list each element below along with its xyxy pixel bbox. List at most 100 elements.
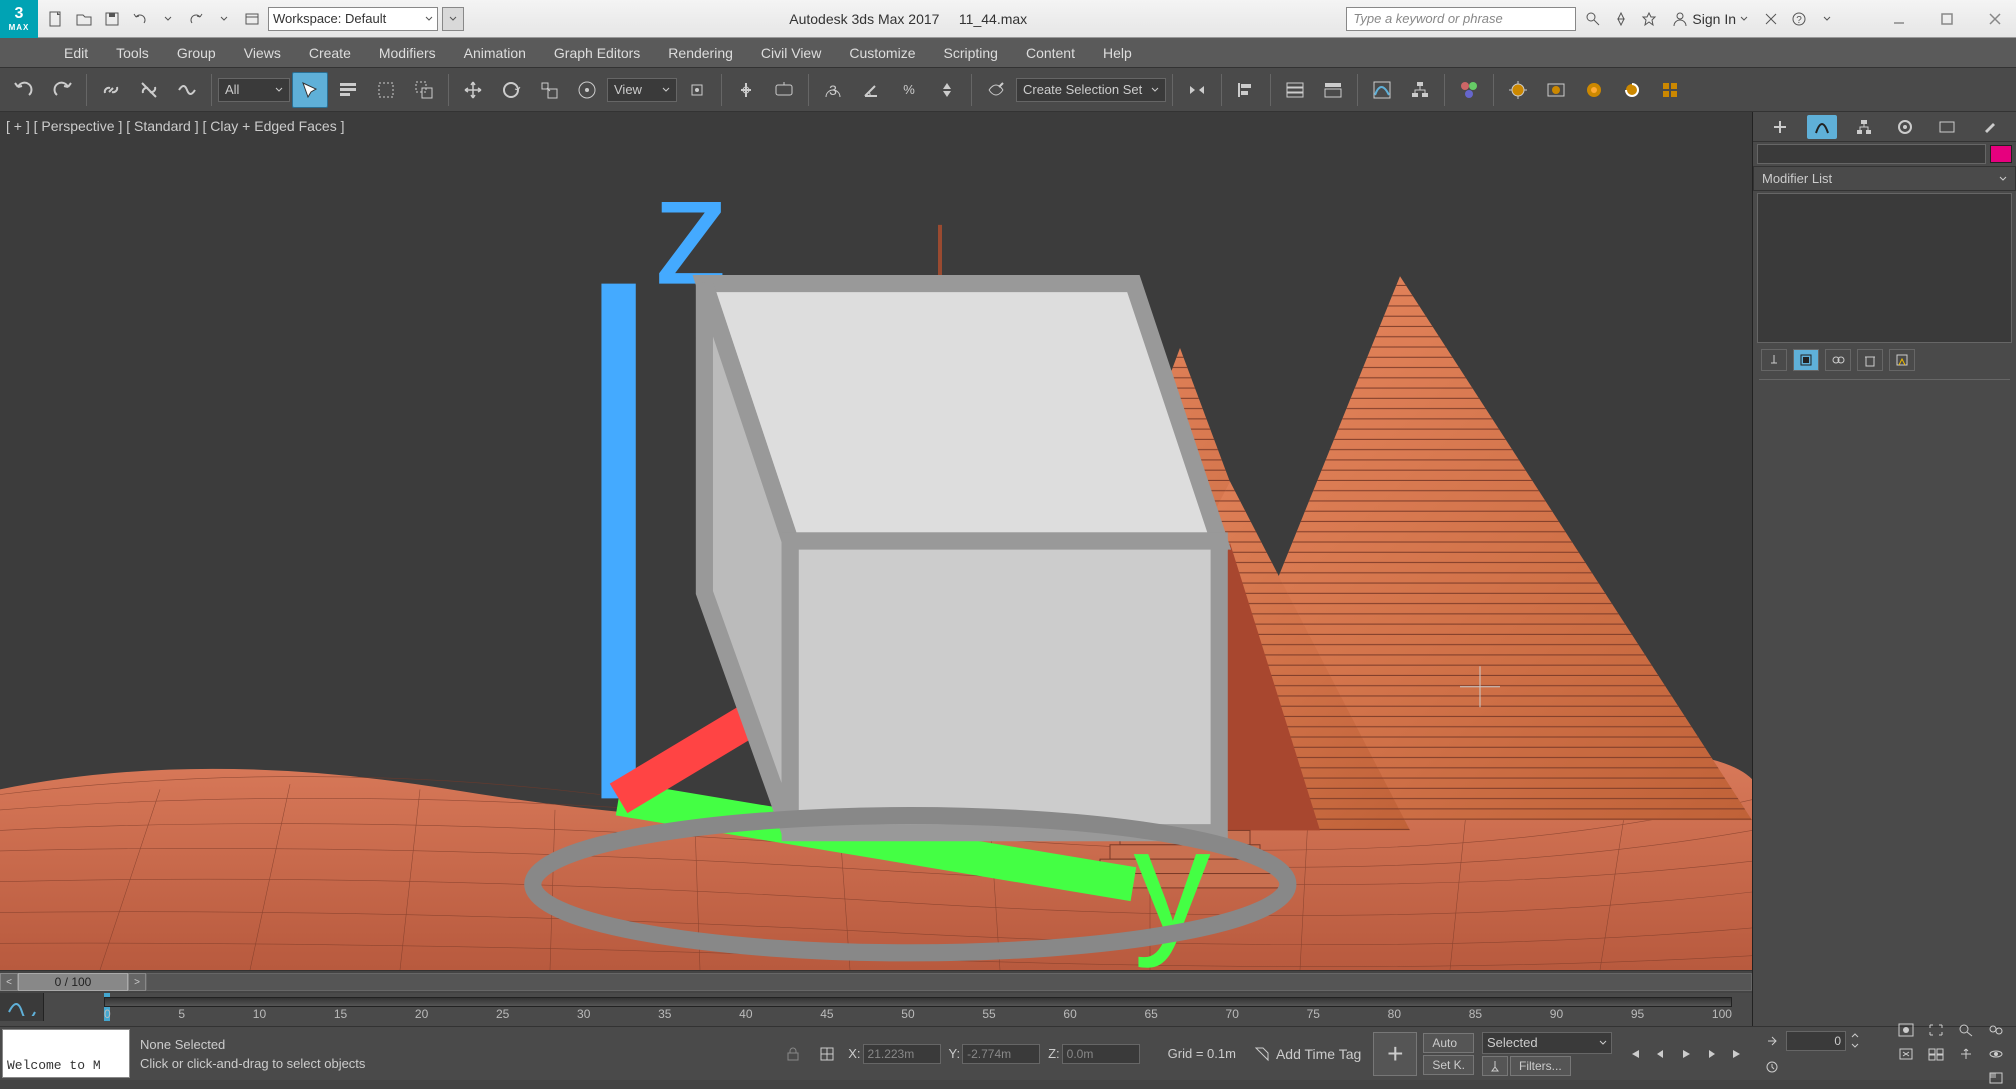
toggle-ribbon-icon[interactable]	[1315, 72, 1351, 108]
play-icon[interactable]	[1674, 1042, 1698, 1066]
show-end-result-icon[interactable]	[1793, 349, 1819, 371]
menu-create[interactable]: Create	[295, 38, 365, 67]
edit-named-sel-icon[interactable]	[978, 72, 1014, 108]
next-frame-icon[interactable]	[1700, 1042, 1724, 1066]
menu-graph-editors[interactable]: Graph Editors	[540, 38, 654, 67]
key-filters-icon[interactable]	[1482, 1056, 1508, 1076]
placement-icon[interactable]	[569, 72, 605, 108]
redo-icon[interactable]	[44, 72, 80, 108]
mirror-icon[interactable]	[1179, 72, 1215, 108]
redo-icon[interactable]	[184, 7, 208, 31]
minimize-button[interactable]	[1884, 9, 1914, 29]
signin-button[interactable]: Sign In	[1666, 11, 1754, 27]
select-object-icon[interactable]	[292, 72, 328, 108]
chevron-down-icon[interactable]	[1816, 8, 1838, 30]
new-icon[interactable]	[44, 7, 68, 31]
modifier-stack[interactable]	[1757, 193, 2012, 343]
set-key-button[interactable]: +	[1373, 1032, 1417, 1076]
menu-help[interactable]: Help	[1089, 38, 1146, 67]
material-editor-icon[interactable]	[1451, 72, 1487, 108]
menu-animation[interactable]: Animation	[450, 38, 540, 67]
key-filters-selected-dropdown[interactable]: Selected	[1482, 1032, 1612, 1054]
menu-views[interactable]: Views	[230, 38, 295, 67]
snap-toggle-icon[interactable]: 3	[815, 72, 851, 108]
render-setup-icon[interactable]	[1500, 72, 1536, 108]
undo-icon[interactable]	[6, 72, 42, 108]
menu-tools[interactable]: Tools	[102, 38, 163, 67]
timeslider-track[interactable]	[146, 973, 1752, 991]
goto-end-icon[interactable]	[1726, 1042, 1750, 1066]
create-tab-icon[interactable]	[1765, 115, 1795, 139]
time-slider[interactable]: 0 / 100	[18, 973, 128, 991]
subscription-icon[interactable]	[1610, 8, 1632, 30]
isolate-selection-icon[interactable]	[1892, 1019, 1920, 1041]
render-in-cloud-icon[interactable]	[1652, 72, 1688, 108]
help-icon[interactable]: ?	[1788, 8, 1810, 30]
app-store-icon[interactable]	[1638, 8, 1660, 30]
exchange-icon[interactable]	[1760, 8, 1782, 30]
schematic-view-icon[interactable]	[1402, 72, 1438, 108]
frame-spinner-down-icon[interactable]	[1848, 1041, 1862, 1052]
goto-start-icon[interactable]	[1622, 1042, 1646, 1066]
absolute-transform-icon[interactable]	[814, 1041, 840, 1067]
mini-curve-editor-icon[interactable]	[0, 993, 44, 1021]
scale-icon[interactable]	[531, 72, 567, 108]
make-unique-icon[interactable]	[1825, 349, 1851, 371]
pin-stack-icon[interactable]	[1761, 349, 1787, 371]
y-coord-field[interactable]	[962, 1044, 1040, 1064]
window-crossing-icon[interactable]	[406, 72, 442, 108]
render-iterative-icon[interactable]	[1614, 72, 1650, 108]
menu-edit[interactable]: Edit	[50, 38, 102, 67]
menu-civil-view[interactable]: Civil View	[747, 38, 835, 67]
keyboard-shortcut-icon[interactable]	[766, 72, 802, 108]
chevron-down-icon[interactable]	[156, 7, 180, 31]
timeslider-prev-icon[interactable]: <	[0, 973, 18, 991]
select-by-name-icon[interactable]	[330, 72, 366, 108]
refcoord-dropdown[interactable]: View	[607, 78, 677, 102]
autokey-button[interactable]: Auto	[1423, 1033, 1474, 1053]
pan-icon[interactable]	[1952, 1043, 1980, 1065]
remove-modifier-icon[interactable]	[1857, 349, 1883, 371]
track-bar[interactable]: 0510152025303540455055606570758085909510…	[44, 993, 1752, 1021]
curve-editor-icon[interactable]	[1364, 72, 1400, 108]
render-production-icon[interactable]	[1576, 72, 1612, 108]
search-icon[interactable]	[1582, 8, 1604, 30]
open-icon[interactable]	[72, 7, 96, 31]
zoom-extents-icon[interactable]	[1892, 1043, 1920, 1065]
selection-bracket-icon[interactable]	[1922, 1019, 1950, 1041]
rectangle-select-icon[interactable]	[368, 72, 404, 108]
selection-filter-dropdown[interactable]: All	[218, 78, 290, 102]
named-selection-dropdown[interactable]: Create Selection Set	[1016, 78, 1166, 102]
z-coord-field[interactable]	[1062, 1044, 1140, 1064]
menu-content[interactable]: Content	[1012, 38, 1089, 67]
bind-spacewarp-icon[interactable]	[169, 72, 205, 108]
frame-spinner-up-icon[interactable]	[1848, 1030, 1862, 1041]
menu-scripting[interactable]: Scripting	[929, 38, 1011, 67]
zoom-icon[interactable]	[1952, 1019, 1980, 1041]
workspace-dropdown[interactable]: Workspace: Default	[268, 7, 438, 31]
unlink-icon[interactable]	[131, 72, 167, 108]
selection-lock-icon[interactable]	[780, 1041, 806, 1067]
add-time-tag-button[interactable]: Add Time Tag	[1244, 1027, 1371, 1080]
manipulate-icon[interactable]	[728, 72, 764, 108]
prev-frame-icon[interactable]	[1648, 1042, 1672, 1066]
rotate-icon[interactable]	[493, 72, 529, 108]
project-icon[interactable]	[240, 7, 264, 31]
angle-snap-icon[interactable]	[853, 72, 889, 108]
spinner-snap-icon[interactable]	[929, 72, 965, 108]
orbit-icon[interactable]	[1982, 1043, 2010, 1065]
chevron-down-icon[interactable]	[212, 7, 236, 31]
time-config-icon[interactable]	[1760, 1055, 1784, 1079]
menu-customize[interactable]: Customize	[835, 38, 929, 67]
pivot-center-icon[interactable]	[679, 72, 715, 108]
perspective-viewport[interactable]: [ + ] [ Perspective ] [ Standard ] [ Cla…	[0, 112, 1752, 970]
move-icon[interactable]	[455, 72, 491, 108]
link-icon[interactable]	[93, 72, 129, 108]
hierarchy-tab-icon[interactable]	[1849, 115, 1879, 139]
menu-modifiers[interactable]: Modifiers	[365, 38, 450, 67]
zoom-all-icon[interactable]	[1982, 1019, 2010, 1041]
key-filters-button[interactable]: Filters...	[1510, 1056, 1571, 1076]
setkey-mode-button[interactable]: Set K.	[1423, 1055, 1474, 1075]
modifier-list-dropdown[interactable]: Modifier List	[1753, 166, 2016, 191]
menu-group[interactable]: Group	[163, 38, 230, 67]
